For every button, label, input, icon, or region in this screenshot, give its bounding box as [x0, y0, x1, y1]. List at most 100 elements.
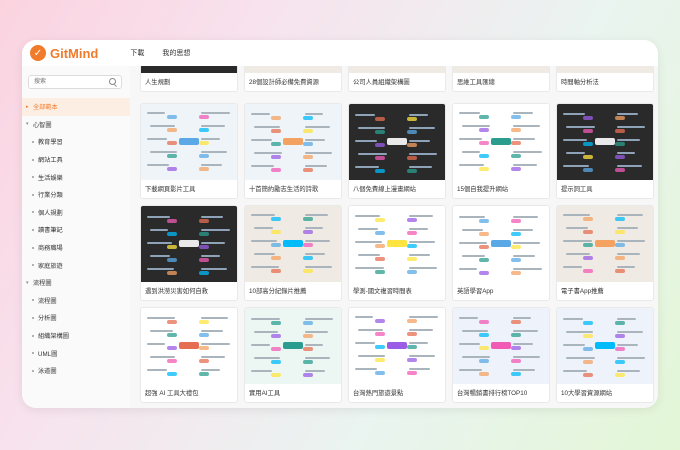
template-thumbnail [349, 308, 445, 384]
sidebar-item-label: 泳道圖 [38, 368, 57, 376]
template-card[interactable]: 時間軸分析法 [556, 66, 654, 92]
template-card[interactable]: 思維工具匯總 [452, 66, 550, 92]
sidebar-item-1[interactable]: ▾ 心智圖 [22, 116, 130, 134]
sidebar-item-15[interactable]: 泳道圖 [22, 362, 130, 380]
bullet-icon [32, 352, 34, 355]
template-title: 提示詞工具 [561, 186, 593, 193]
sidebar-item-8[interactable]: 商務職場 [22, 239, 130, 257]
caret-down-icon: ▾ [26, 279, 29, 286]
template-thumbnail [349, 66, 445, 73]
template-title: 實用AI工具 [249, 390, 281, 397]
template-thumbnail [141, 66, 237, 73]
template-thumbnail [453, 308, 549, 384]
search-input[interactable] [29, 76, 104, 87]
search-icon[interactable] [109, 78, 116, 85]
sidebar-item-label: 教育學習 [38, 139, 63, 147]
sidebar-item-label: 生活娛樂 [38, 174, 63, 182]
template-thumbnail [245, 66, 341, 73]
template-gallery: 人生規劃 28個設計師必備免費資源 公司人員組織架構圖 思維工具匯總 時間軸分析法下載網… [130, 66, 658, 408]
sidebar-item-7[interactable]: 讀書筆記 [22, 221, 130, 239]
sidebar-item-6[interactable]: 個人規劃 [22, 204, 130, 222]
sidebar-item-label: 心智圖 [33, 121, 52, 129]
template-card[interactable]: 實用AI工具 [244, 307, 342, 403]
sidebar-item-12[interactable]: 分析圖 [22, 309, 130, 327]
template-title: 電子書App推薦 [561, 288, 604, 295]
template-title: 公司人員組織架構圖 [353, 79, 410, 86]
sidebar: ▸ 全部範本 ▾ 心智圖教育學習網站工具生活娛樂行業分類個人規劃讀書筆記商務職場家庭旅… [22, 66, 131, 408]
bullet-icon [32, 264, 34, 267]
template-card[interactable]: 學測-國文複習時間表 [348, 205, 446, 301]
sidebar-item-9[interactable]: 家庭旅遊 [22, 256, 130, 274]
sidebar-item-label: 網站工具 [38, 157, 63, 165]
template-thumbnail [245, 104, 341, 180]
sidebar-item-label: 家庭旅遊 [38, 262, 63, 270]
template-thumbnail [245, 206, 341, 282]
category-menu: ▸ 全部範本 ▾ 心智圖 教育學習 網站工具 生活娛樂 行業分類 個人規劃 讀書筆記 商務職場 家庭旅… [22, 98, 130, 380]
template-card[interactable]: 10大學習資源網站 [556, 307, 654, 403]
template-thumbnail [349, 206, 445, 282]
sidebar-item-2[interactable]: 教育學習 [22, 133, 130, 151]
template-title: 超強 AI 工具大禮包 [145, 390, 199, 397]
sidebar-item-11[interactable]: 流程圖 [22, 292, 130, 310]
sidebar-item-label: 流程圖 [33, 280, 52, 288]
template-thumbnail [141, 308, 237, 384]
bullet-icon [32, 176, 34, 179]
template-title: 十首簡約勵志生活的詩歌 [249, 186, 319, 193]
template-thumbnail [453, 104, 549, 180]
sidebar-item-label: 商務職場 [38, 245, 63, 253]
template-card[interactable]: 28個設計師必備免費資源 [244, 66, 342, 92]
template-card[interactable]: 下載網頁影片工具 [140, 103, 238, 199]
template-title: 10大學習資源網站 [561, 390, 613, 397]
template-title: 英語學習App [457, 288, 494, 295]
sidebar-item-0[interactable]: ▸ 全部範本 [22, 98, 130, 116]
bullet-icon [32, 334, 34, 337]
bullet-icon [32, 140, 34, 143]
bullet-icon [32, 299, 34, 302]
sidebar-item-3[interactable]: 網站工具 [22, 151, 130, 169]
template-thumbnail [453, 206, 549, 282]
sidebar-item-14[interactable]: UML圖 [22, 344, 130, 362]
bullet-icon [32, 193, 34, 196]
template-card[interactable]: 人生規劃 [140, 66, 238, 92]
logo-text: GitMind [50, 45, 99, 61]
sidebar-item-4[interactable]: 生活娛樂 [22, 168, 130, 186]
sidebar-item-10[interactable]: ▾ 流程圖 [22, 274, 130, 292]
template-card[interactable]: 英語學習App [452, 205, 550, 301]
template-title: 八個免費線上漫畫網站 [353, 186, 416, 193]
template-thumbnail [557, 66, 653, 73]
nav-my-mindmaps[interactable]: 我的思想 [162, 48, 190, 58]
template-card[interactable]: 15個自我提升網站 [452, 103, 550, 199]
gitmind-logo[interactable]: ✓ GitMind [30, 45, 98, 61]
template-title: 學測-國文複習時間表 [353, 288, 412, 295]
template-thumbnail [141, 104, 237, 180]
sidebar-item-label: 流程圖 [38, 297, 57, 305]
template-title: 下載網頁影片工具 [145, 186, 196, 193]
template-title: 15個自我提升網站 [457, 186, 509, 193]
sidebar-item-label: 個人規劃 [38, 209, 63, 217]
sidebar-item-label: 組織架構圖 [38, 333, 69, 341]
template-title: 人生規劃 [145, 79, 171, 86]
template-card[interactable]: 台灣暢銷書排行榜TOP10 [452, 307, 550, 403]
sidebar-item-13[interactable]: 組織架構圖 [22, 327, 130, 345]
template-title: 遇到洪澇災害如何自救 [145, 288, 208, 295]
nav-download[interactable]: 下載 [130, 48, 144, 58]
template-card[interactable]: 超強 AI 工具大禮包 [140, 307, 238, 403]
bullet-icon [32, 211, 34, 214]
template-card[interactable]: 八個免費線上漫畫網站 [348, 103, 446, 199]
template-title: 台灣暢銷書排行榜TOP10 [457, 390, 528, 397]
template-card[interactable]: 遇到洪澇災害如何自救 [140, 205, 238, 301]
search-box[interactable] [28, 75, 122, 89]
bullet-icon [32, 246, 34, 249]
template-title: 10部高分紀錄片推薦 [249, 288, 307, 295]
bullet-icon [32, 228, 34, 231]
template-card[interactable]: 台灣熱門旅遊景點 [348, 307, 446, 403]
top-navigation-bar: ✓ GitMind 下載 我的思想 [22, 40, 658, 67]
sidebar-item-5[interactable]: 行業分類 [22, 186, 130, 204]
template-thumbnail [557, 206, 653, 282]
template-card[interactable]: 10部高分紀錄片推薦 [244, 205, 342, 301]
sidebar-item-label: 分析圖 [38, 315, 57, 323]
template-card[interactable]: 提示詞工具 [556, 103, 654, 199]
template-card[interactable]: 公司人員組織架構圖 [348, 66, 446, 92]
template-card[interactable]: 電子書App推薦 [556, 205, 654, 301]
template-card[interactable]: 十首簡約勵志生活的詩歌 [244, 103, 342, 199]
